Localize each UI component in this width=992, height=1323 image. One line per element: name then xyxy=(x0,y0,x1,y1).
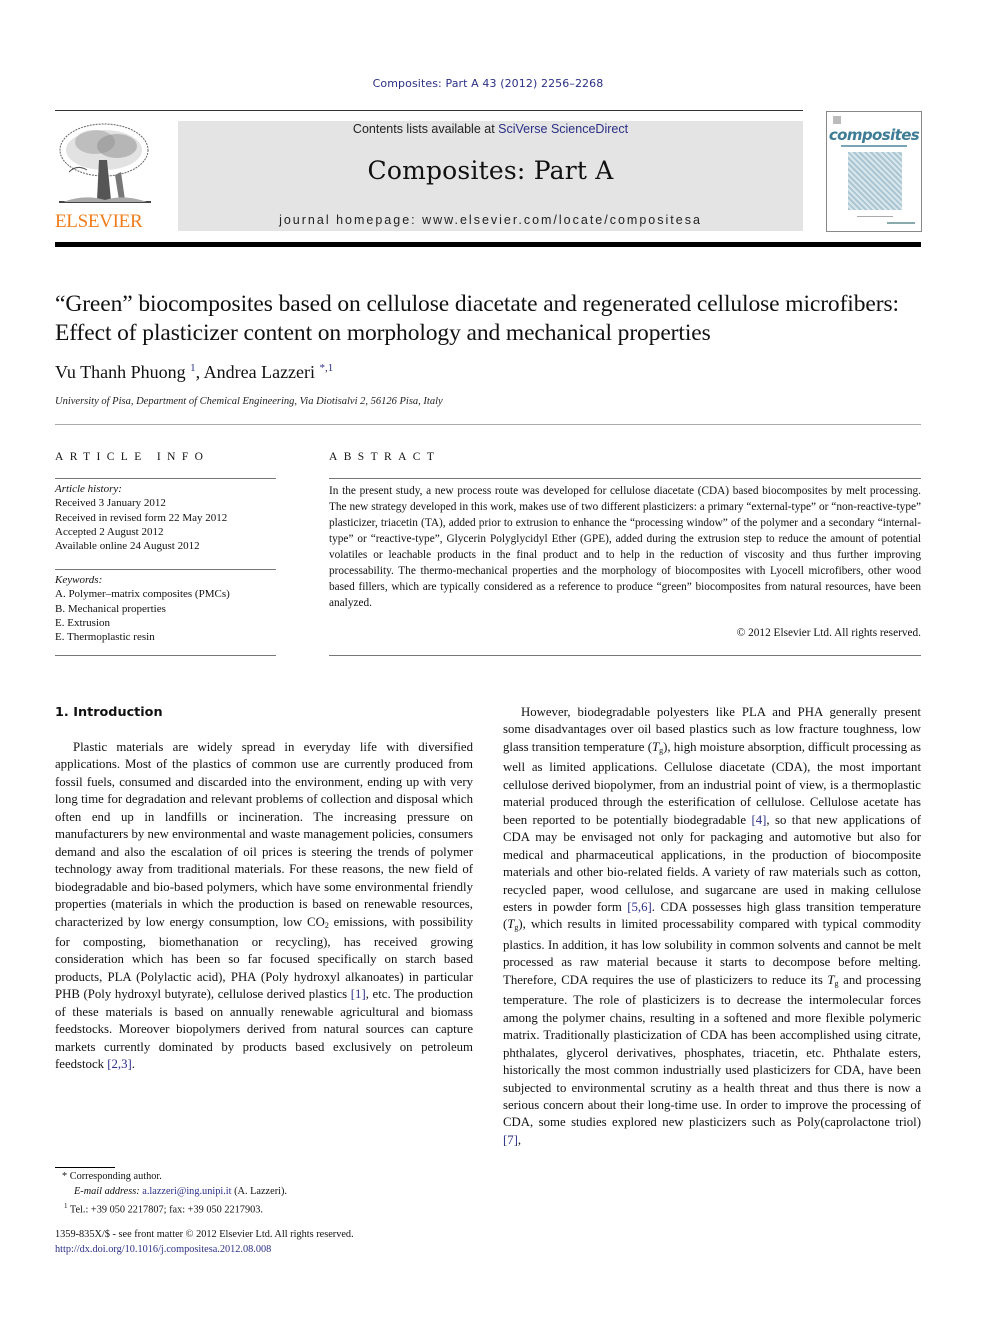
cover-logo-icon xyxy=(833,116,841,124)
history-item: Available online 24 August 2012 xyxy=(55,540,200,553)
email-suffix: (A. Lazzeri). xyxy=(231,1186,287,1197)
cover-footer-line xyxy=(887,222,915,224)
divider xyxy=(55,569,276,570)
elsevier-wordmark: ELSEVIER xyxy=(55,211,143,232)
keyword-item: E. Thermoplastic resin xyxy=(55,631,155,644)
divider xyxy=(55,655,276,656)
footnote-mark: * xyxy=(62,1171,68,1182)
top-divider xyxy=(55,110,803,111)
abstract-heading: ABSTRACT xyxy=(329,451,441,463)
history-item: Accepted 2 August 2012 xyxy=(55,525,164,538)
body-text: , xyxy=(517,1132,522,1147)
front-matter-note: 1359-835X/$ - see front matter © 2012 El… xyxy=(55,1229,354,1240)
article-title: “Green” biocomposites based on cellulose… xyxy=(55,291,899,346)
footnote-divider xyxy=(55,1167,115,1168)
citation-link[interactable]: [1] xyxy=(351,987,366,1001)
affiliation-divider xyxy=(55,424,921,425)
footnote-text: Corresponding author. xyxy=(69,1171,162,1182)
footnote-email: E-mail address: a.lazzeri@ing.unipi.it (… xyxy=(74,1185,287,1199)
cover-footer-line xyxy=(857,216,893,217)
citation-link[interactable]: [7] xyxy=(503,1133,518,1147)
history-label: Article history: xyxy=(55,483,122,495)
body-column-left: Plastic materials are widely spread in e… xyxy=(55,739,473,1074)
body-text: and processing temperature. The role of … xyxy=(503,972,921,1130)
section-heading: 1. Introduction xyxy=(55,705,163,720)
divider xyxy=(329,655,921,656)
author-list: Vu Thanh Phuong 1, Andrea Lazzeri *,1 xyxy=(55,362,333,383)
article-history: Article history: Received 3 January 2012… xyxy=(55,482,280,553)
article-info-heading: ARTICLE INFO xyxy=(55,451,210,463)
author-name[interactable]: Andrea Lazzeri xyxy=(204,362,315,382)
cover-subtitle-bar xyxy=(841,145,907,147)
keyword-item: A. Polymer–matrix composites (PMCs) xyxy=(55,588,230,601)
journal-reference-link[interactable]: Composites: Part A 43 (2012) 2256–2268 xyxy=(0,77,976,90)
cover-image xyxy=(848,152,902,210)
body-text: . xyxy=(131,1057,135,1072)
symbol: T xyxy=(651,739,660,754)
footnote-mark: 1 xyxy=(64,1202,68,1210)
journal-cover-thumbnail[interactable]: composites xyxy=(826,111,922,232)
history-item: Received in revised form 22 May 2012 xyxy=(55,511,228,524)
author-footnote-mark[interactable]: *,1 xyxy=(320,362,334,374)
citation-link[interactable]: [4] xyxy=(751,813,766,827)
footnote-corresponding: * Corresponding author. xyxy=(62,1170,162,1184)
keywords: Keywords: A. Polymer–matrix composites (… xyxy=(55,573,280,644)
keyword-item: E. Extrusion xyxy=(55,616,110,629)
abstract-copyright: © 2012 Elsevier Ltd. All rights reserved… xyxy=(736,627,921,639)
journal-name: Composites: Part A xyxy=(367,156,614,185)
contents-prefix: Contents lists available at xyxy=(352,122,499,136)
body-text: Plastic materials are widely spread in e… xyxy=(55,740,473,929)
divider xyxy=(55,478,276,479)
citation-link[interactable]: [5,6] xyxy=(627,900,652,914)
doi-link[interactable]: http://dx.doi.org/10.1016/j.compositesa.… xyxy=(55,1244,271,1255)
history-item: Received 3 January 2012 xyxy=(55,497,166,510)
email-link[interactable]: a.lazzeri@ing.unipi.it xyxy=(142,1186,231,1197)
keywords-label: Keywords: xyxy=(55,574,103,586)
keyword-item: B. Mechanical properties xyxy=(55,602,166,615)
contents-line: Contents lists available at SciVerse Sci… xyxy=(178,122,803,136)
cover-title: composites xyxy=(828,126,920,144)
header-thick-divider xyxy=(55,242,921,247)
abstract-text: In the present study, a new process rout… xyxy=(329,485,921,609)
affiliation: University of Pisa, Department of Chemic… xyxy=(55,396,443,407)
journal-homepage[interactable]: journal homepage: www.elsevier.com/locat… xyxy=(178,213,803,227)
symbol: T xyxy=(827,972,835,987)
email-label: E-mail address: xyxy=(74,1186,143,1197)
author-name[interactable]: Vu Thanh Phuong xyxy=(55,362,186,382)
footnote-tel: 1 Tel.: +39 050 2217807; fax: +39 050 22… xyxy=(64,1199,263,1217)
sciencedirect-link[interactable]: SciVerse ScienceDirect xyxy=(498,122,628,136)
divider xyxy=(329,478,921,479)
body-text: , so that new applications of CDA may be… xyxy=(503,812,921,914)
footnote-text: Tel.: +39 050 2217807; fax: +39 050 2217… xyxy=(69,1204,263,1216)
body-column-right: However, biodegradable polyesters like P… xyxy=(503,704,921,1149)
citation-link[interactable]: [2,3] xyxy=(107,1057,132,1071)
author-separator: , xyxy=(195,362,204,382)
